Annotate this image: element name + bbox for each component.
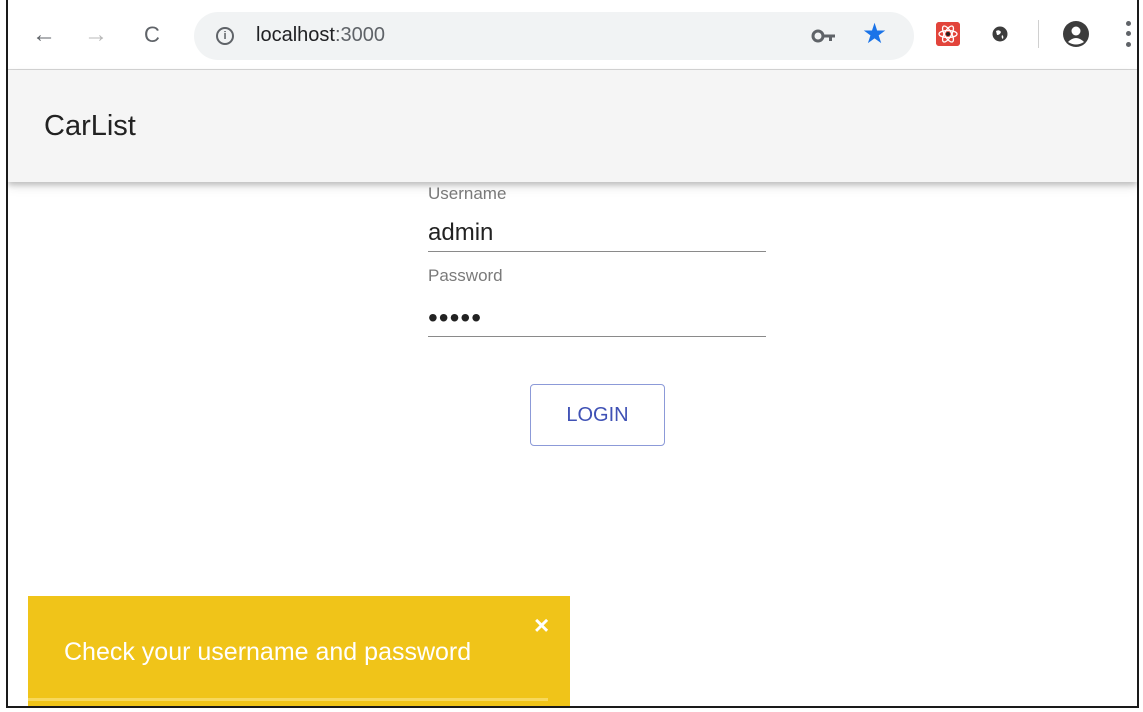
reload-icon: C xyxy=(144,22,160,47)
app-bar: CarList xyxy=(8,70,1137,182)
back-button[interactable]: ← xyxy=(30,21,58,49)
browser-toolbar: ← → C i localhost:3000 ★ xyxy=(8,0,1137,70)
browser-window: ← → C i localhost:3000 ★ CarList Usernam… xyxy=(6,0,1139,708)
toolbar-divider xyxy=(1038,20,1039,48)
snackbar-progress xyxy=(28,698,548,701)
info-icon[interactable]: i xyxy=(216,27,234,45)
username-label: Username xyxy=(428,184,507,203)
info-glyph: i xyxy=(223,30,227,42)
snackbar-message: Check your username and password xyxy=(64,638,472,666)
url-host: localhost xyxy=(256,24,335,46)
back-icon: ← xyxy=(32,21,56,48)
url-text[interactable]: localhost:3000 xyxy=(256,24,385,47)
password-input[interactable] xyxy=(428,300,766,336)
react-devtools-icon[interactable] xyxy=(936,22,960,46)
username-underline xyxy=(428,251,766,252)
password-field[interactable]: Password xyxy=(428,266,766,337)
reload-button[interactable]: C xyxy=(138,21,166,49)
forward-icon: → xyxy=(84,21,108,48)
extension-icon[interactable] xyxy=(991,25,1009,43)
close-icon[interactable]: × xyxy=(534,612,549,638)
error-snackbar: Check your username and password × xyxy=(28,596,570,706)
forward-button[interactable]: → xyxy=(82,21,110,49)
login-button[interactable]: LOGIN xyxy=(530,384,665,446)
password-underline xyxy=(428,336,766,337)
account-icon[interactable] xyxy=(1062,20,1090,48)
key-icon[interactable] xyxy=(811,25,837,47)
star-icon[interactable]: ★ xyxy=(862,20,887,48)
menu-icon[interactable] xyxy=(1123,18,1133,50)
app-title: CarList xyxy=(44,110,136,142)
password-label: Password xyxy=(428,266,503,285)
url-port: :3000 xyxy=(334,24,385,46)
address-bar[interactable]: i localhost:3000 ★ xyxy=(194,12,914,60)
username-field[interactable]: Username xyxy=(428,184,766,252)
username-input[interactable] xyxy=(428,215,766,251)
